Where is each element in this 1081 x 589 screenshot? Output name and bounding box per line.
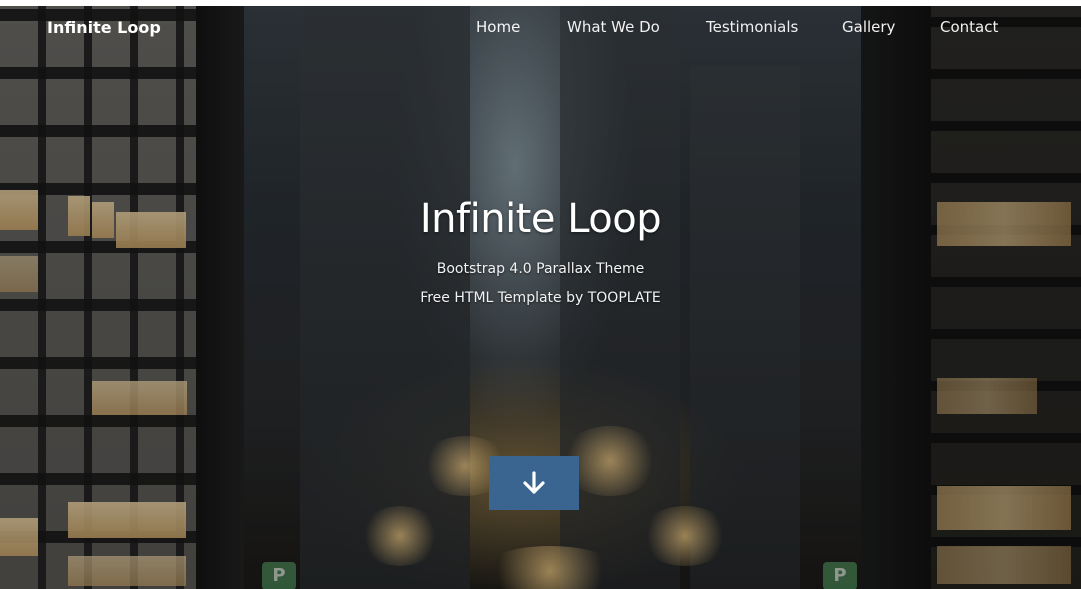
arrow-down-icon	[523, 471, 545, 494]
hero-subtitle-credit: Free HTML Template by TOOPLATE	[420, 290, 661, 306]
nav-link-gallery[interactable]: Gallery	[842, 18, 895, 36]
hero-subtitle-theme: Bootstrap 4.0 Parallax Theme	[436, 261, 645, 277]
nav-link-home[interactable]: Home	[476, 18, 520, 36]
nav-link-testimonials[interactable]: Testimonials	[706, 18, 798, 36]
hero-title: Infinite Loop	[419, 196, 662, 242]
nav-link-contact[interactable]: Contact	[940, 18, 998, 36]
scroll-down-button[interactable]	[489, 456, 579, 510]
nav-link-what-we-do[interactable]: What We Do	[567, 18, 660, 36]
top-navbar: Infinite Loop Home What We Do Testimonia…	[0, 6, 1081, 50]
brand-logo-text[interactable]: Infinite Loop	[47, 18, 161, 37]
